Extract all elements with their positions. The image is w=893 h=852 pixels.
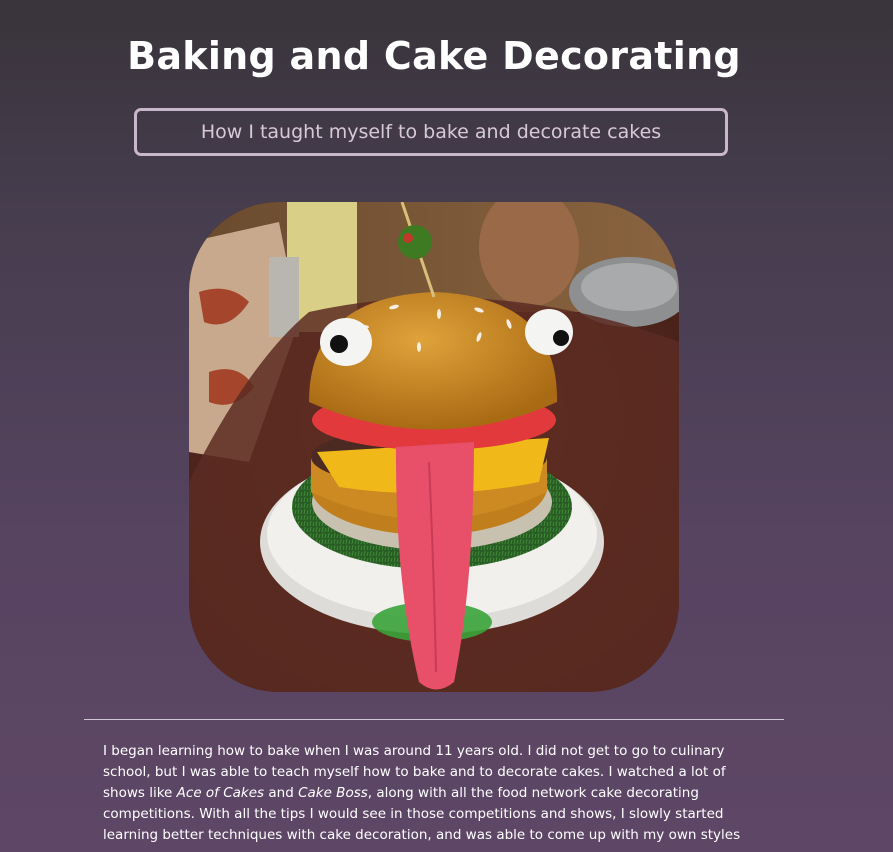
article-text-2: and bbox=[264, 785, 299, 801]
show-title-cake-boss: Cake Boss bbox=[298, 785, 368, 801]
subtitle-text: How I taught myself to bake and decorate… bbox=[200, 121, 662, 143]
page-title: Baking and Cake Decorating bbox=[127, 34, 741, 78]
article-paragraph: I began learning how to bake when I was … bbox=[103, 741, 753, 852]
show-title-ace-of-cakes: Ace of Cakes bbox=[176, 785, 265, 801]
section-divider bbox=[84, 719, 784, 720]
burger-cake-photo bbox=[189, 202, 679, 692]
subtitle-box: How I taught myself to bake and decorate… bbox=[134, 108, 728, 156]
